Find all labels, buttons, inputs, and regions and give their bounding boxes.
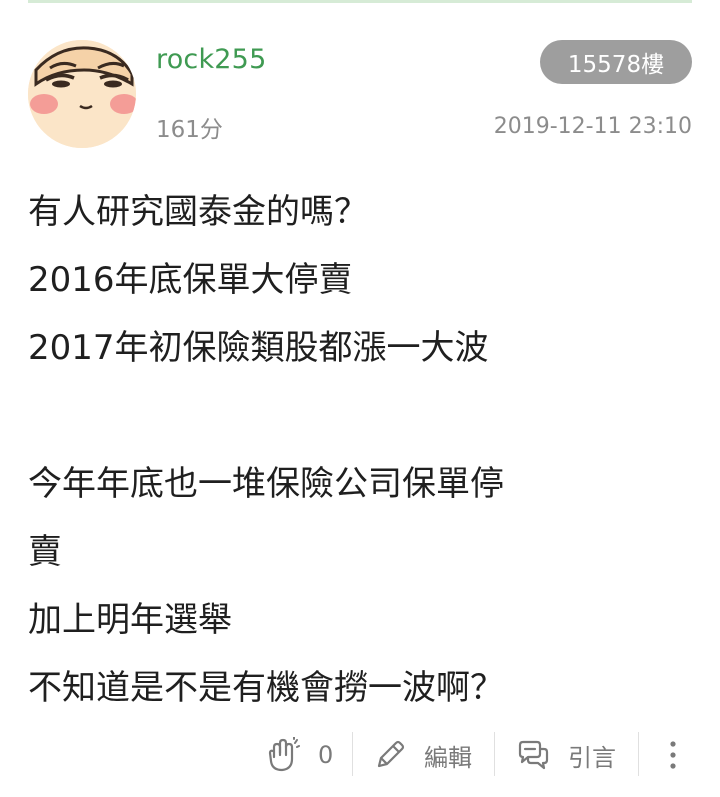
avatar-face-icon	[28, 40, 136, 148]
post-content: 有人研究國泰金的嗎？ 2016年底保單大停賣 2017年初保險類股都漲一大波 今…	[28, 192, 698, 736]
post-line: 加上明年選舉	[28, 600, 232, 640]
quote-button[interactable]: 引言	[516, 734, 616, 776]
speech-bubble-icon	[516, 739, 550, 771]
footer-divider	[352, 732, 353, 776]
post-line	[28, 396, 698, 436]
avatar[interactable]	[28, 40, 136, 148]
like-button[interactable]: 0	[266, 734, 333, 776]
post-line: 賣	[28, 532, 62, 572]
post-line: 有人研究國泰金的嗎？	[28, 192, 368, 232]
like-count: 0	[318, 741, 334, 769]
edit-label: 編輯	[424, 743, 472, 772]
post-line: 2016年底保單大停賣	[28, 260, 353, 300]
top-divider	[28, 0, 692, 3]
quote-label: 引言	[568, 743, 616, 772]
pencil-icon	[374, 739, 406, 771]
post-actions: 0 編輯 引言	[0, 724, 720, 786]
post-timestamp: 2019-12-11 23:10	[493, 114, 692, 139]
post-line: 今年年底也一堆保險公司保單停	[28, 464, 504, 504]
footer-divider	[638, 732, 639, 776]
footer-divider	[494, 732, 495, 776]
edit-button[interactable]: 編輯	[374, 734, 472, 776]
floor-badge: 15578樓	[540, 40, 692, 84]
author-name[interactable]: rock255	[156, 44, 266, 75]
clap-hands-icon	[266, 737, 300, 773]
more-vertical-icon	[664, 738, 682, 772]
post-line: 不知道是不是有機會撈一波啊？	[28, 668, 504, 708]
author-score: 161分	[156, 117, 223, 143]
post-line: 2017年初保險類股都漲一大波	[28, 328, 489, 368]
more-button[interactable]	[664, 734, 682, 776]
